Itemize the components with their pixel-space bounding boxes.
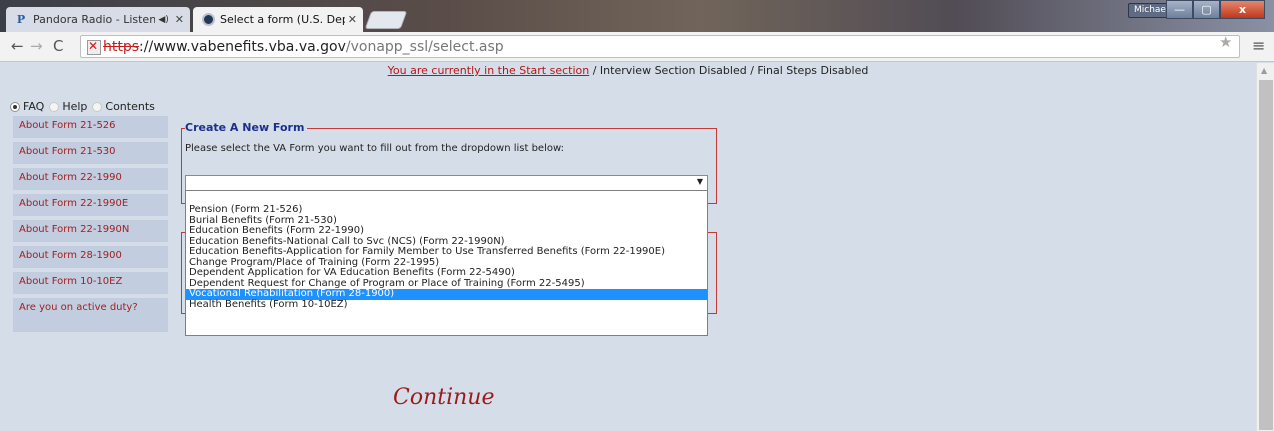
dropdown-option[interactable]: Education Benefits (Form 22-1990)	[186, 225, 707, 237]
form-instruction: Please select the VA Form you want to fi…	[185, 143, 564, 154]
help-label: Help	[62, 100, 88, 113]
sidebar-item-21-526[interactable]: About Form 21-526	[13, 116, 168, 138]
dropdown-option[interactable]: Education Benefits-Application for Famil…	[186, 246, 707, 258]
forward-arrow-icon[interactable]: →	[30, 37, 43, 55]
close-tab-icon[interactable]: ✕	[348, 13, 357, 26]
sidebar-item-22-1990n[interactable]: About Form 22-1990N	[13, 220, 168, 242]
help-tabs: FAQ Help Contents	[10, 100, 160, 113]
reload-icon[interactable]: C	[53, 37, 63, 55]
fieldset-legend: Create A New Form	[185, 121, 308, 134]
back-arrow-icon[interactable]: ←	[11, 37, 24, 55]
dropdown-option[interactable]: Health Benefits (Form 10-10EZ)	[186, 299, 707, 311]
form-dropdown-list[interactable]: Pension (Form 21-526) Burial Benefits (Fo…	[185, 190, 708, 336]
dropdown-option[interactable]: Dependent Application for VA Education B…	[186, 267, 707, 279]
scroll-thumb[interactable]	[1259, 80, 1273, 430]
status-rest: / Interview Section Disabled / Final Ste…	[589, 64, 869, 77]
browser-titlebar: P Pandora Radio - Listen ◀) ✕ Select a f…	[0, 0, 1274, 32]
window-controls: — ▢ x	[1166, 0, 1265, 19]
browser-toolbar: ← → C https ://www.vabenefits.vba.va.gov…	[0, 32, 1274, 62]
sidebar-item-10-10ez[interactable]: About Form 10-10EZ	[13, 272, 168, 294]
form-select[interactable]: ▼	[185, 175, 708, 191]
faq-sidebar: About Form 21-526 About Form 21-530 Abou…	[13, 116, 168, 336]
faq-radio[interactable]	[10, 101, 20, 112]
contents-label: Contents	[105, 100, 155, 113]
new-tab-button[interactable]	[364, 11, 408, 29]
sidebar-item-22-1990[interactable]: About Form 22-1990	[13, 168, 168, 190]
tab-title: Pandora Radio - Listen	[33, 13, 156, 26]
continue-button[interactable]: Continue	[393, 385, 494, 410]
dropdown-option[interactable]: Pension (Form 21-526)	[186, 204, 707, 216]
contents-radio[interactable]	[92, 101, 103, 112]
close-tab-icon[interactable]: ✕	[175, 13, 184, 26]
sidebar-item-active-duty[interactable]: Are you on active duty?	[13, 298, 168, 332]
tab-pandora[interactable]: P Pandora Radio - Listen ◀) ✕	[6, 7, 190, 32]
sidebar-item-22-1990e[interactable]: About Form 22-1990E	[13, 194, 168, 216]
tab-select-form[interactable]: Select a form (U.S. Depart ✕	[193, 7, 363, 32]
progress-status: You are currently in the Start section /…	[0, 64, 1256, 77]
maximize-button[interactable]: ▢	[1193, 0, 1220, 19]
vertical-scrollbar[interactable]: ▲	[1256, 63, 1274, 431]
bookmark-star-icon[interactable]: ★	[1219, 33, 1232, 51]
url-scheme: https	[103, 38, 140, 55]
minimize-button[interactable]: —	[1166, 0, 1193, 19]
va-seal-icon	[201, 13, 215, 27]
page-content: You are currently in the Start section /…	[0, 63, 1256, 431]
sidebar-item-28-1900[interactable]: About Form 28-1900	[13, 246, 168, 268]
dropdown-option[interactable]: Vocational Rehabilitation (Form 28-1900)	[186, 288, 707, 300]
speaker-icon[interactable]: ◀)	[158, 15, 168, 25]
close-window-button[interactable]: x	[1220, 0, 1265, 19]
help-radio[interactable]	[49, 101, 60, 112]
tab-title: Select a form (U.S. Depart	[220, 13, 345, 26]
pandora-favicon-icon: P	[16, 13, 26, 26]
dropdown-arrow-icon[interactable]: ▼	[697, 177, 703, 186]
url-path: /vonapp_ssl/select.asp	[345, 38, 504, 55]
scroll-up-icon[interactable]: ▲	[1261, 66, 1267, 75]
address-bar[interactable]: https ://www.vabenefits.vba.va.gov /vona…	[80, 35, 1240, 58]
current-section-link[interactable]: You are currently in the Start section	[388, 64, 590, 77]
insecure-lock-icon[interactable]	[85, 39, 101, 55]
url-host: ://www.vabenefits.vba.va.gov	[139, 38, 346, 55]
sidebar-item-21-530[interactable]: About Form 21-530	[13, 142, 168, 164]
faq-label: FAQ	[23, 100, 45, 113]
menu-icon[interactable]: ≡	[1252, 36, 1265, 55]
